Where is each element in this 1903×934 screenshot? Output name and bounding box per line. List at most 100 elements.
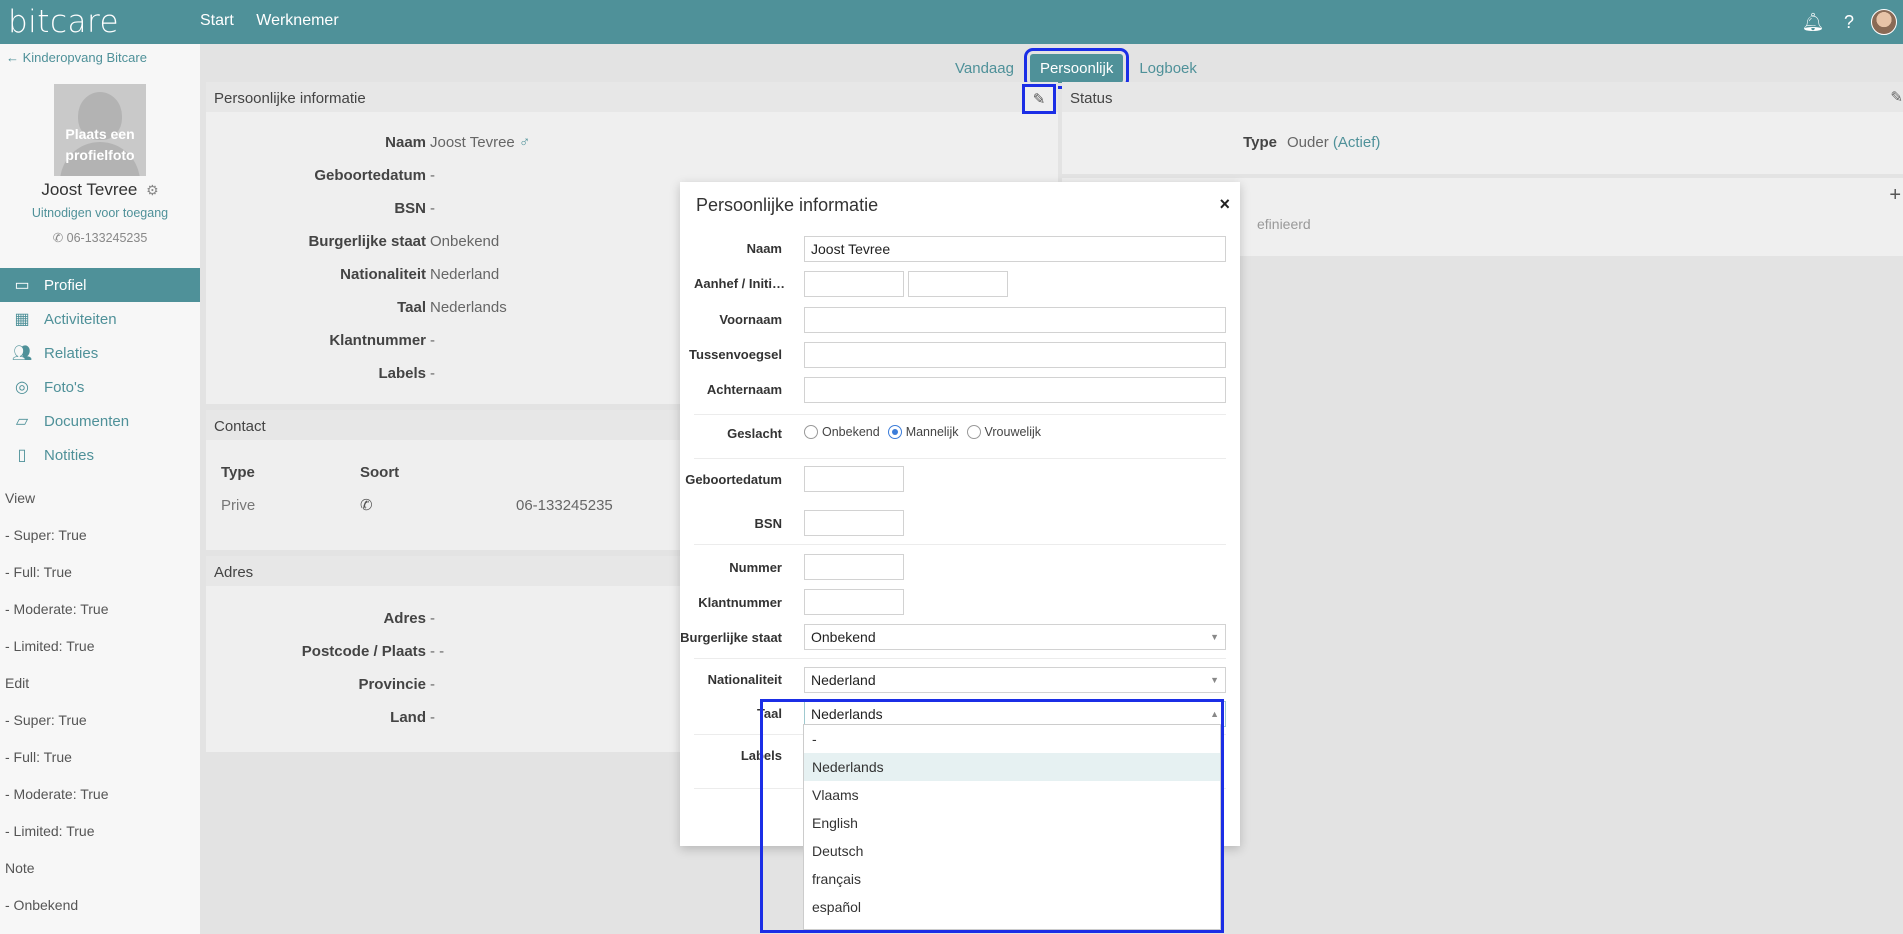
tab-logboek[interactable]: Logboek bbox=[1129, 54, 1207, 83]
aanhef-input[interactable] bbox=[804, 271, 904, 297]
address-key: Postcode / Plaats bbox=[301, 643, 426, 660]
profile-photo-placeholder[interactable]: Plaats een profielfoto bbox=[54, 84, 146, 176]
label-voornaam: Voornaam bbox=[719, 312, 782, 327]
label-naam: Naam bbox=[746, 241, 782, 256]
burgerlijke-staat-select[interactable]: Onbekend ▼ bbox=[804, 624, 1226, 650]
table-icon: ▦ bbox=[14, 311, 30, 328]
perm-line: - Super: True bbox=[5, 712, 87, 728]
info-key: Klantnummer bbox=[329, 332, 426, 349]
address-value: - bbox=[430, 709, 435, 726]
profile-name-text: Joost Tevree bbox=[41, 180, 138, 199]
address-key: Provincie bbox=[358, 676, 426, 693]
perm-line: Edit bbox=[5, 675, 30, 691]
info-value: Joost Tevree ♂ bbox=[430, 134, 530, 151]
klantnummer-input[interactable] bbox=[804, 589, 904, 615]
address-key: Land bbox=[390, 709, 426, 726]
folder-icon: ▱ bbox=[15, 413, 29, 430]
achternaam-input[interactable] bbox=[804, 377, 1226, 403]
sidebar-item-profiel[interactable]: ▭ Profiel bbox=[0, 268, 200, 302]
gender-option-vrouwelijk[interactable]: Vrouwelijk bbox=[966, 425, 1041, 439]
undefined-text: efinieerd bbox=[1257, 216, 1311, 232]
label-bsn: BSN bbox=[754, 516, 782, 531]
radio-button[interactable] bbox=[966, 425, 981, 439]
status-type-key: Type bbox=[1243, 134, 1277, 151]
sidebar-item-activiteiten[interactable]: ▦ Activiteiten bbox=[0, 302, 200, 336]
gender-option-mannelijk[interactable]: Mannelijk bbox=[887, 425, 959, 439]
top-icons: 🔔︎ ? bbox=[1795, 0, 1903, 44]
status-panel-head: Status ✎ bbox=[1062, 82, 1903, 112]
info-value: - bbox=[430, 365, 435, 382]
taal-highlight-frame bbox=[760, 699, 1224, 933]
info-key: Burgerlijke staat bbox=[308, 233, 426, 250]
contact-type: Prive bbox=[221, 497, 256, 514]
pencil-icon[interactable]: ✎ bbox=[1890, 88, 1903, 106]
photo-placeholder-text: Plaats een profielfoto bbox=[54, 124, 146, 166]
divider bbox=[694, 544, 1226, 545]
bitcare-logo[interactable]: bitcare bbox=[8, 4, 119, 40]
radio-label: Mannelijk bbox=[905, 425, 959, 439]
perm-line: - Full: True bbox=[5, 564, 72, 580]
bell-icon[interactable]: 🔔︎ bbox=[1795, 12, 1831, 33]
invite-link[interactable]: Uitnodigen voor toegang bbox=[0, 206, 200, 220]
plus-icon[interactable]: + bbox=[1889, 184, 1901, 207]
perm-line: View bbox=[5, 490, 36, 506]
people-icon: 👥︎ bbox=[11, 345, 33, 362]
sidebar-item-documenten[interactable]: ▱ Documenten bbox=[0, 404, 200, 438]
info-value: - bbox=[430, 167, 435, 184]
perm-line: - Full: True bbox=[5, 749, 72, 765]
address-value: - bbox=[430, 610, 435, 627]
info-value: - bbox=[430, 200, 435, 217]
phone-number: 06-133245235 bbox=[66, 231, 148, 245]
help-icon[interactable]: ? bbox=[1831, 12, 1867, 33]
edit-personal-button[interactable]: ✎ bbox=[1022, 84, 1056, 114]
nav-werknemer[interactable]: Werknemer bbox=[256, 12, 338, 29]
gear-icon[interactable]: ⚙ bbox=[146, 182, 159, 198]
status-panel: Status ✎ Type Ouder (Actief) bbox=[1062, 82, 1903, 174]
sidebar-item-fotos[interactable]: ◎ Foto's bbox=[0, 370, 200, 404]
address-value: - - bbox=[430, 643, 445, 660]
nationaliteit-select[interactable]: Nederland ▼ bbox=[804, 667, 1226, 693]
tab-vandaag[interactable]: Vandaag bbox=[945, 54, 1024, 83]
radio-button[interactable] bbox=[887, 425, 902, 439]
tussenvoegsel-input[interactable] bbox=[804, 342, 1226, 368]
label-aanhef: Aanhef / Initia… bbox=[694, 276, 792, 291]
status-type-value: Ouder (Actief) bbox=[1287, 134, 1380, 151]
back-link[interactable]: ← Kinderopvang Bitcare bbox=[6, 50, 147, 65]
label-tussenvoegsel: Tussenvoegsel bbox=[689, 347, 782, 362]
divider bbox=[694, 658, 1226, 659]
sidebar-item-label: Notities bbox=[44, 446, 95, 464]
user-avatar[interactable] bbox=[1871, 9, 1897, 35]
gender-option-onbekend[interactable]: Onbekend bbox=[804, 425, 880, 439]
perm-line: - Super: True bbox=[5, 527, 87, 543]
sidebar-item-relaties[interactable]: 👥︎ Relaties bbox=[0, 336, 200, 370]
sidebar: ← Kinderopvang Bitcare Plaats een profie… bbox=[0, 44, 200, 934]
sidebar-item-label: Activiteiten bbox=[44, 310, 117, 328]
nummer-input[interactable] bbox=[804, 554, 904, 580]
male-icon: ♂ bbox=[518, 134, 531, 151]
label-geboortedatum: Geboortedatum bbox=[685, 472, 782, 487]
panel-title: Persoonlijke informatie bbox=[206, 82, 1058, 112]
info-key: Taal bbox=[397, 299, 426, 316]
perm-line: - Limited: True bbox=[5, 638, 95, 654]
info-key: Geboortedatum bbox=[314, 167, 426, 184]
radio-button[interactable] bbox=[804, 425, 818, 439]
contact-col-soort: Soort bbox=[360, 464, 400, 481]
tab-persoonlijk[interactable]: Persoonlijk bbox=[1023, 48, 1130, 89]
arrow-left-icon: ← bbox=[6, 50, 19, 65]
contact-number[interactable]: 06-133245235 bbox=[516, 497, 613, 514]
divider bbox=[694, 458, 1226, 459]
pencil-icon: ✎ bbox=[1032, 91, 1046, 108]
back-link-label: Kinderopvang Bitcare bbox=[22, 50, 147, 65]
nav-start[interactable]: Start bbox=[200, 12, 234, 29]
initialen-input[interactable] bbox=[908, 271, 1008, 297]
sidebar-item-notities[interactable]: ▯ Notities bbox=[0, 438, 200, 472]
label-geslacht: Geslacht bbox=[727, 426, 782, 441]
voornaam-input[interactable] bbox=[804, 307, 1226, 333]
naam-input[interactable]: Joost Tevree bbox=[804, 236, 1226, 262]
geboortedatum-input[interactable] bbox=[804, 466, 904, 492]
gender-radio-group: Onbekend Mannelijk Vrouwelijk bbox=[804, 425, 1049, 439]
perm-line: - Onbekend bbox=[5, 897, 79, 913]
bsn-input[interactable] bbox=[804, 510, 904, 536]
sidebar-nav: ▭ Profiel ▦ Activiteiten 👥︎ Relaties ◎ F… bbox=[0, 268, 200, 472]
close-icon[interactable]: × bbox=[1219, 194, 1230, 215]
